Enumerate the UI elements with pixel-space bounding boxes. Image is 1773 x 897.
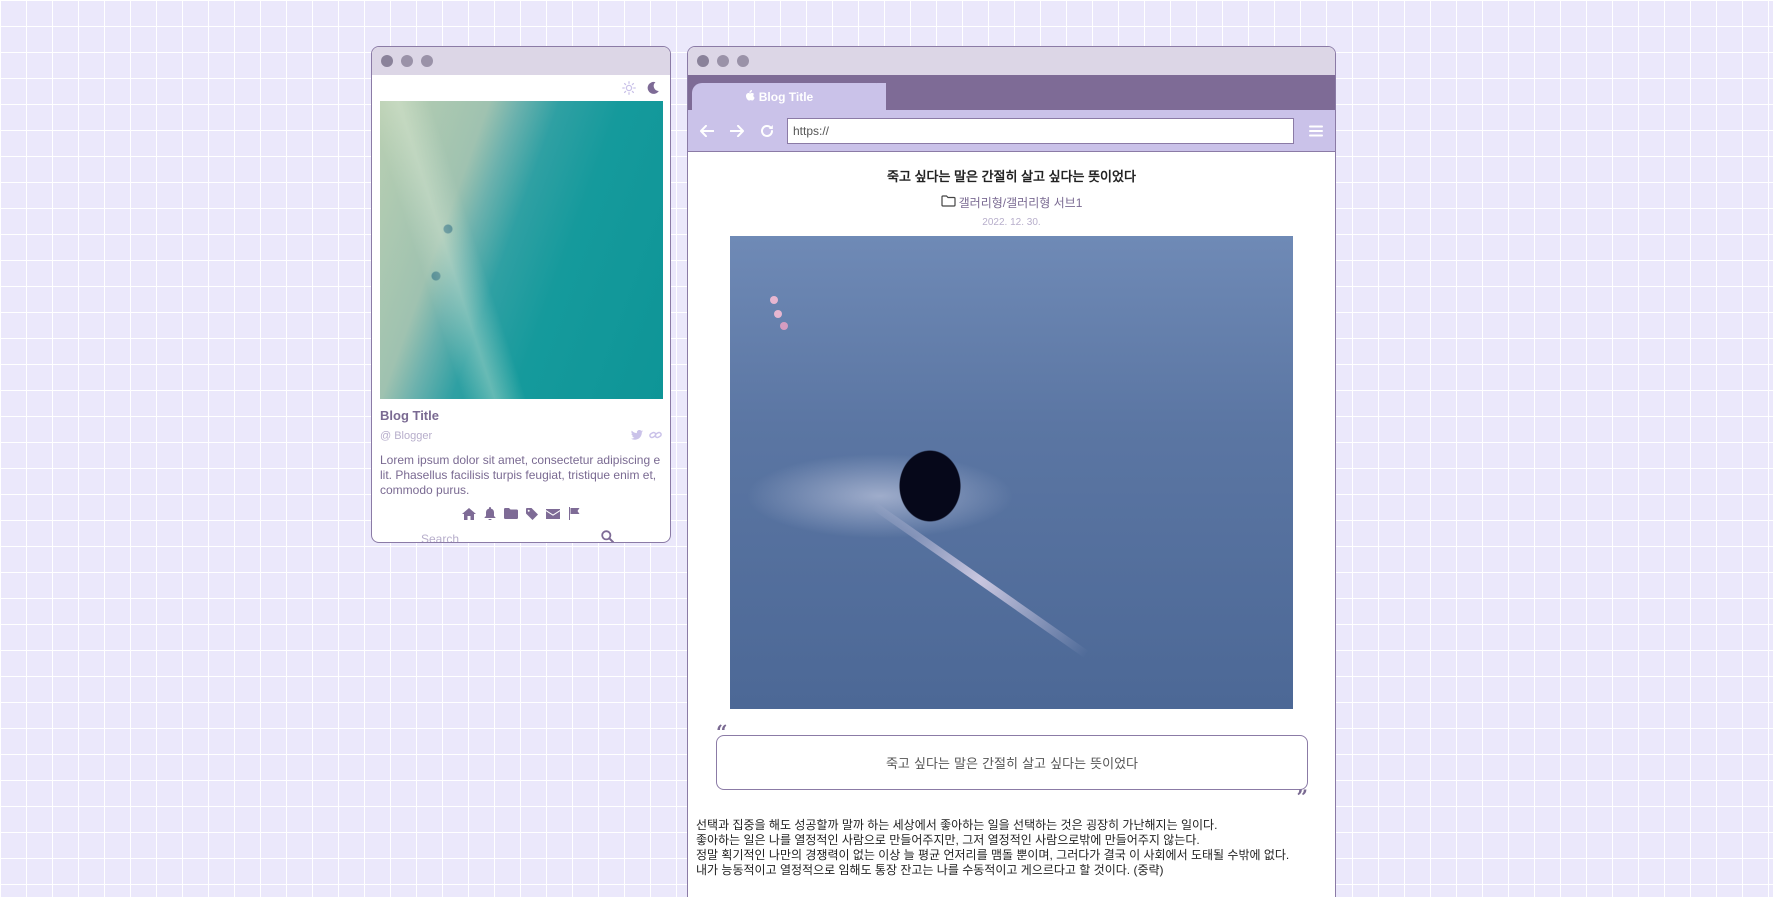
tag-icon[interactable] [524, 506, 539, 521]
post-content: 죽고 싶다는 말은 간절히 살고 싶다는 뜻이었다 갤러리형/갤러리형 서브1 … [688, 152, 1335, 878]
browser-titlebar [688, 47, 1335, 75]
post-category-label: 갤러리형/갤러리형 서브1 [958, 196, 1083, 210]
tab-bar: Blog Title [688, 75, 1335, 110]
body-paragraph: 선택과 집중을 해도 성공할까 말까 하는 세상에서 좋아하는 일을 선택하는 … [696, 818, 1218, 832]
open-quote-icon: “ [716, 720, 728, 744]
envelope-icon[interactable] [545, 506, 560, 521]
body-paragraph: 좋아하는 일은 나를 열정적인 사람으로 만들어주지만, 그저 열정적인 사람으… [696, 833, 1200, 847]
body-paragraph: 내가 능동적이고 열정적으로 임해도 통장 잔고는 나를 수동적이고 게으르다고… [696, 863, 1164, 877]
quote-text: 죽고 싶다는 말은 간절히 살고 싶다는 뜻이었다 [716, 735, 1308, 790]
tab-label: Blog Title [758, 89, 814, 104]
maximize-dot[interactable] [737, 55, 749, 67]
blockquote: “ 죽고 싶다는 말은 간절히 살고 싶다는 뜻이었다 ” [716, 722, 1308, 807]
apple-icon [745, 89, 755, 104]
maximize-dot[interactable] [421, 55, 433, 67]
search-icon[interactable] [601, 530, 614, 542]
post-body: 선택과 집중을 해도 성공할까 말까 하는 세상에서 좋아하는 일을 선택하는 … [696, 818, 1327, 878]
blogger-name: @ Blogger [380, 430, 433, 442]
blog-title[interactable]: Blog Title [380, 408, 662, 423]
flag-icon[interactable] [566, 506, 581, 521]
forward-icon[interactable] [727, 121, 747, 141]
browser-toolbar: https:// [688, 110, 1335, 152]
folder-outline-icon [941, 195, 956, 210]
theme-toggle [372, 75, 670, 101]
reload-icon[interactable] [757, 121, 777, 141]
bell-icon[interactable] [482, 506, 497, 521]
profile-nav [372, 506, 670, 521]
profile-search [372, 530, 670, 542]
sun-icon[interactable] [622, 81, 636, 95]
profile-window: Blog Title @ Blogger Lorem ipsum dolor s… [371, 46, 671, 543]
menu-icon[interactable] [1306, 121, 1326, 141]
post-title: 죽고 싶다는 말은 간절히 살고 싶다는 뜻이었다 [887, 169, 1136, 184]
moon-icon[interactable] [646, 81, 660, 95]
home-icon[interactable] [461, 506, 476, 521]
twitter-icon[interactable] [631, 427, 643, 445]
post-date: 2022. 12. 30. [982, 217, 1041, 228]
profile-titlebar [372, 47, 670, 75]
close-dot[interactable] [381, 55, 393, 67]
close-quote-icon: ” [1296, 785, 1308, 809]
minimize-dot[interactable] [401, 55, 413, 67]
social-links [631, 427, 662, 445]
browser-window: Blog Title https:// 죽고 싶다는 말은 간절히 살고 싶다는… [687, 46, 1336, 897]
search-input[interactable] [421, 532, 601, 542]
folder-icon[interactable] [503, 506, 518, 521]
post-category[interactable]: 갤러리형/갤러리형 서브1 [688, 194, 1335, 211]
link-icon[interactable] [649, 427, 662, 445]
post-image [730, 236, 1293, 709]
close-dot[interactable] [697, 55, 709, 67]
profile-image [380, 101, 663, 399]
profile-description: Lorem ipsum dolor sit amet, consectetur … [380, 453, 661, 497]
url-bar[interactable]: https:// [787, 117, 1294, 144]
body-paragraph: 정말 획기적인 나만의 경쟁력이 없는 이상 늘 평균 언저리를 맴돌 뿐이며,… [696, 848, 1290, 862]
tab-blog-title[interactable]: Blog Title [692, 83, 886, 110]
back-icon[interactable] [697, 121, 717, 141]
minimize-dot[interactable] [717, 55, 729, 67]
blogger-row: @ Blogger [380, 427, 662, 445]
